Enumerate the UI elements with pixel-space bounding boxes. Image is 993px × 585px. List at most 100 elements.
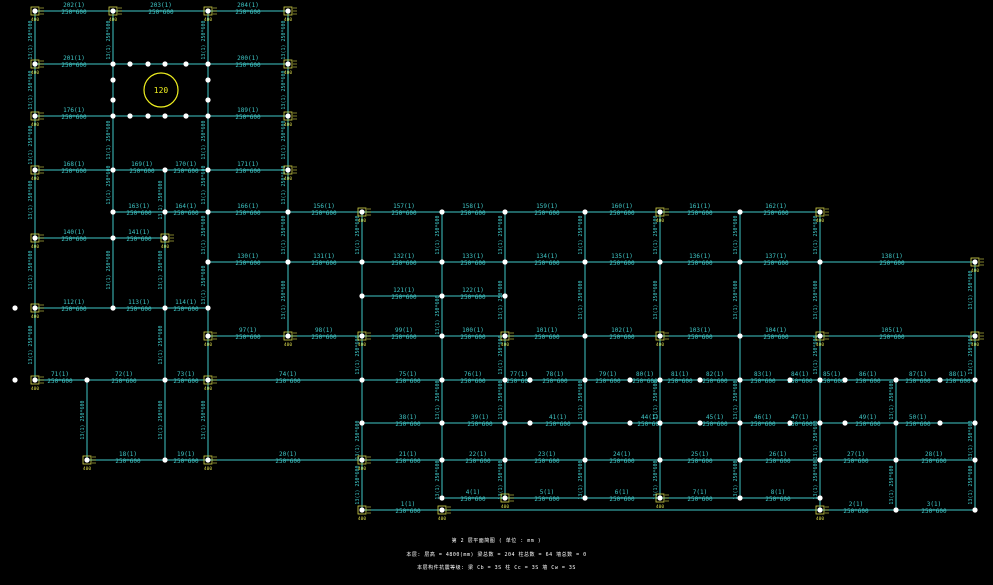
column-node — [817, 457, 823, 463]
column-tag: 400 — [358, 516, 366, 522]
column-node — [439, 495, 445, 501]
column-tag: 400 — [31, 386, 39, 392]
beam-label: 44(1) — [641, 414, 659, 421]
beam-section-label: 250*600 — [542, 378, 568, 385]
column-node — [582, 495, 588, 501]
beam-label: 87(1) — [909, 371, 927, 378]
column-node — [582, 377, 588, 383]
beam-label: 21(1) — [399, 451, 417, 458]
beam-section-label: 250*600 — [687, 260, 713, 267]
beam-label: 130(1) — [237, 253, 259, 260]
column-tag: 400 — [358, 466, 366, 472]
column-tag: 400 — [284, 122, 292, 128]
beam-section-label: 250*600 — [855, 421, 881, 428]
column-node — [439, 333, 445, 339]
column-node — [110, 113, 116, 119]
beam-label: 99(1) — [395, 327, 413, 334]
beam-section-label: 250*600 — [115, 458, 141, 465]
beam-section-label: 250*600 — [460, 334, 486, 341]
beam-label: 203(1) — [150, 2, 172, 9]
column-node — [145, 61, 151, 67]
beam-section-label: 250*600 — [609, 334, 635, 341]
column-tag: 400 — [83, 466, 91, 472]
beam-label: 77(1) — [510, 371, 528, 378]
beam-section-label: 250*600 — [609, 260, 635, 267]
beam-section-label: 250*600 — [275, 378, 301, 385]
column-node — [183, 61, 189, 67]
beam-section-label: 250*600 — [235, 62, 261, 69]
beam-label: 3(1) — [927, 501, 941, 508]
vertical-beam-label: 13(1) 250*600 — [733, 215, 739, 254]
beam-section-label: 250*600 — [126, 236, 152, 243]
beam-label: 22(1) — [469, 451, 487, 458]
column-tag: 400 — [816, 342, 824, 348]
vertical-beam-label: 13(1) 250*600 — [653, 280, 659, 319]
vertical-beam-label: 13(1) 250*600 — [435, 380, 441, 419]
column-node — [110, 61, 116, 67]
column-node — [110, 209, 116, 215]
vertical-beam-label: 13(1) 250*600 — [813, 280, 819, 319]
column-node — [162, 305, 168, 311]
column-node — [817, 495, 823, 501]
vertical-beam-label: 13(1) 250*600 — [28, 325, 34, 364]
beam-section-label: 250*600 — [61, 114, 87, 121]
circle-label: 120 — [154, 86, 169, 95]
column-node — [205, 77, 211, 83]
beam-section-label: 250*600 — [465, 458, 491, 465]
vertical-beam-label: 13(1) 250*600 — [968, 270, 974, 309]
column-node — [110, 167, 116, 173]
beam-label: 8(1) — [771, 489, 785, 496]
column-tag: 400 — [31, 122, 39, 128]
column-node — [439, 209, 445, 215]
beam-section-label: 250*600 — [395, 508, 421, 515]
column-node — [893, 507, 899, 513]
beam-section-label: 250*600 — [534, 260, 560, 267]
column-node — [697, 377, 703, 383]
beam-label: 98(1) — [315, 327, 333, 334]
beam-label: 97(1) — [239, 327, 257, 334]
column-node — [817, 420, 823, 426]
column-node — [205, 61, 211, 67]
beam-label: 121(1) — [393, 287, 415, 294]
column-tag: 400 — [31, 176, 39, 182]
column-node — [582, 457, 588, 463]
vertical-beam-label: 13(1) 250*600 — [281, 215, 287, 254]
vertical-beam-label: 13(1) 250*600 — [889, 380, 895, 419]
beam-label: 86(1) — [859, 371, 877, 378]
column-node — [737, 333, 743, 339]
beam-label: 79(1) — [599, 371, 617, 378]
vertical-beam-label: 13(1) 250*600 — [435, 215, 441, 254]
column-node — [439, 420, 445, 426]
beam-label: 105(1) — [881, 327, 903, 334]
beam-label: 7(1) — [693, 489, 707, 496]
column-node — [205, 167, 211, 173]
vertical-beam-label: 13(1) 250*600 — [106, 20, 112, 59]
beam-section-label: 250*600 — [173, 378, 199, 385]
beam-section-label: 250*600 — [545, 421, 571, 428]
beam-label: 132(1) — [393, 253, 415, 260]
beam-label: 156(1) — [313, 203, 335, 210]
column-node — [285, 209, 291, 215]
beam-label: 45(1) — [706, 414, 724, 421]
column-tag: 400 — [31, 314, 39, 320]
beam-section-label: 250*600 — [905, 378, 931, 385]
vertical-beam-label: 13(1) 250*600 — [201, 20, 207, 59]
beam-section-label: 250*600 — [534, 496, 560, 503]
beam-section-label: 250*600 — [921, 508, 947, 515]
beam-label: 39(1) — [471, 414, 489, 421]
beam-section-label: 250*600 — [47, 378, 73, 385]
vertical-beam-label: 13(1) 250*600 — [281, 280, 287, 319]
beam-label: 114(1) — [175, 299, 197, 306]
beam-section-label: 250*600 — [61, 306, 87, 313]
beam-label: 18(1) — [119, 451, 137, 458]
vertical-beam-label: 13(1) 250*600 — [201, 120, 207, 159]
column-node — [582, 333, 588, 339]
column-node — [817, 259, 823, 265]
beam-label: 161(1) — [689, 203, 711, 210]
vertical-beam-label: 13(1) 250*600 — [968, 335, 974, 374]
beam-section-label: 250*600 — [311, 260, 337, 267]
column-node — [502, 377, 508, 383]
beam-label: 134(1) — [536, 253, 558, 260]
beam-section-label: 250*600 — [609, 458, 635, 465]
column-node — [737, 209, 743, 215]
